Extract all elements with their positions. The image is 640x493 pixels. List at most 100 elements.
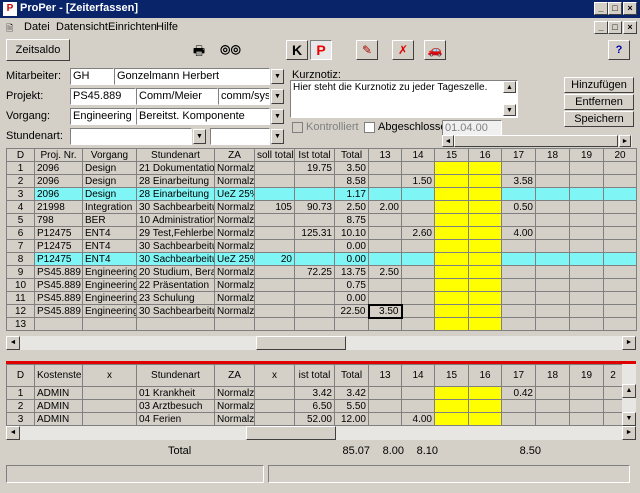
table-row[interactable]: 7P12475ENT430 SachbearbeitungNormalzei 0.… — [6, 239, 637, 253]
grid-cell[interactable]: PS45.889 — [34, 291, 83, 305]
grid-cell[interactable] — [535, 412, 570, 426]
grid-cell[interactable] — [434, 226, 469, 240]
grid-cell[interactable] — [535, 252, 570, 266]
grid-cell[interactable] — [468, 304, 502, 318]
grid-cell[interactable] — [334, 317, 369, 331]
grid-cell[interactable]: 0.50 — [501, 200, 536, 214]
menu-hilfe[interactable]: Hilfe — [156, 21, 178, 33]
grid-cell[interactable]: 01 Krankheit — [136, 386, 215, 400]
grid-cell[interactable]: 30 Sachbearbeitung — [136, 252, 215, 266]
grid1-header-14[interactable]: 19 — [569, 148, 604, 162]
grid1-header-15[interactable]: 20 — [603, 148, 637, 162]
grid2-header-1[interactable]: Kostenstelle — [34, 364, 83, 387]
grid-cell[interactable] — [569, 174, 604, 188]
grid-cell[interactable] — [294, 304, 335, 318]
grid-cell[interactable] — [368, 291, 402, 305]
table-row[interactable]: 1ADMIN 01 KrankheitNormalzei 3.423.42 0.42 — [6, 386, 623, 400]
grid-cell[interactable] — [294, 187, 335, 201]
zeitsaldo-button[interactable]: Zeitsaldo — [6, 39, 70, 61]
menu-einrichten[interactable]: Einrichten — [108, 21, 157, 33]
grid-cell[interactable]: 5.50 — [334, 399, 369, 413]
grid-cell[interactable] — [501, 278, 536, 292]
grid-cell[interactable] — [535, 226, 570, 240]
stundenart-dropdown[interactable]: ▼ — [193, 129, 206, 144]
grid-cell[interactable] — [434, 278, 469, 292]
grid-cell[interactable]: Normalzei — [214, 213, 255, 227]
grid-cell[interactable]: Normalzei — [214, 399, 255, 413]
grid-cell[interactable]: Normalzei — [214, 239, 255, 253]
grid-cell[interactable]: 3.42 — [334, 386, 369, 400]
grid-cell[interactable] — [401, 291, 435, 305]
grid-cell[interactable] — [214, 317, 255, 331]
grid-cell[interactable]: PS45.889 — [34, 278, 83, 292]
mdi-restore-button[interactable]: □ — [608, 21, 622, 34]
grid-cell[interactable] — [468, 239, 502, 253]
speichern-button[interactable]: Speichern — [564, 111, 634, 127]
grid-cell[interactable] — [34, 317, 83, 331]
grid-cell[interactable] — [434, 265, 469, 279]
grid-cell[interactable]: ADMIN — [34, 412, 83, 426]
grid-cell[interactable] — [401, 304, 435, 318]
grid-cell[interactable]: 90.73 — [294, 200, 335, 214]
grid-cell[interactable] — [569, 200, 604, 214]
table-row[interactable]: 9PS45.889Engineering20 Studium, Beratung… — [6, 265, 637, 279]
grid-cell[interactable]: 1.50 — [401, 174, 435, 188]
mdi-minimize-button[interactable]: _ — [594, 21, 608, 34]
grid-cell[interactable] — [468, 161, 502, 175]
grid-cell[interactable]: ADMIN — [34, 399, 83, 413]
minimize-button[interactable]: _ — [594, 2, 608, 15]
grid-cell[interactable]: ENT4 — [82, 239, 137, 253]
projekt-extra-field[interactable]: comm/system — [218, 88, 270, 105]
table-row[interactable]: 6P12475ENT429 Test,FehlerbehbNormalzei 12… — [6, 226, 637, 240]
grid-cell[interactable] — [254, 161, 295, 175]
grid-cell[interactable] — [468, 317, 502, 331]
grid1-header-4[interactable]: ZA — [214, 148, 255, 162]
grid1-header-9[interactable]: 14 — [401, 148, 435, 162]
printer-icon[interactable]: 🖶 — [190, 42, 208, 58]
car-icon[interactable]: 🚗 — [424, 40, 446, 60]
grid-cell[interactable] — [468, 252, 502, 266]
table-row[interactable]: 5798BER10 AdministrationNormalzei 8.75 — [6, 213, 637, 227]
grid-cell[interactable] — [254, 265, 295, 279]
grid-cell[interactable] — [434, 252, 469, 266]
grid-cell[interactable]: 6.50 — [294, 399, 335, 413]
grid-cell[interactable]: Normalzei — [214, 412, 255, 426]
grid-cell[interactable] — [136, 317, 215, 331]
grid-cell[interactable] — [569, 317, 604, 331]
grid-cell[interactable]: Normalzei — [214, 386, 255, 400]
grid-cell[interactable] — [434, 412, 469, 426]
grid-cell[interactable] — [434, 399, 469, 413]
grid1-header-0[interactable]: D — [6, 148, 35, 162]
grid-cell[interactable] — [535, 213, 570, 227]
grid-cell[interactable] — [468, 278, 502, 292]
date-scroll-left[interactable]: ◄ — [442, 135, 454, 147]
grid-cell[interactable] — [468, 226, 502, 240]
grid-cell[interactable] — [434, 161, 469, 175]
table-row[interactable]: 12PS45.889Engineering30 SachbearbeitungN… — [6, 303, 637, 319]
grid-cell[interactable] — [501, 265, 536, 279]
grid-cell[interactable] — [254, 278, 295, 292]
grid-cell[interactable] — [603, 386, 623, 400]
grid-cell[interactable] — [535, 265, 570, 279]
grid-cell[interactable]: 2096 — [34, 161, 83, 175]
grid-cell[interactable] — [82, 412, 137, 426]
grid-cell[interactable] — [501, 187, 536, 201]
grid-cell[interactable] — [501, 412, 536, 426]
edit-chart-icon[interactable]: ✎ — [356, 40, 378, 60]
grid1-header-8[interactable]: 13 — [368, 148, 402, 162]
table-row[interactable]: 32096Design28 EinarbeitungUeZ 25% 1.17 — [6, 187, 637, 201]
table-row[interactable]: 22096Design28 EinarbeitungNormalzei 8.58 1… — [6, 174, 637, 188]
grid2-scroll-down[interactable]: ▼ — [622, 412, 636, 426]
grid-cell[interactable] — [254, 187, 295, 201]
grid-cell[interactable] — [401, 317, 435, 331]
grid2-scroll-thumb[interactable] — [246, 426, 336, 440]
k-icon[interactable]: K — [286, 40, 308, 60]
grid-cell[interactable]: 0.00 — [334, 291, 369, 305]
menu-datensicht[interactable]: Datensicht — [56, 21, 108, 33]
mitarbeiter-code-field[interactable]: GH — [70, 68, 114, 85]
vorgang-code-field[interactable]: Engineering — [70, 108, 136, 125]
grid-cell[interactable]: 10.10 — [334, 226, 369, 240]
grid-cell[interactable]: Integration — [82, 200, 137, 214]
grid-cell[interactable]: 04 Ferien — [136, 412, 215, 426]
grid-cell[interactable] — [434, 291, 469, 305]
